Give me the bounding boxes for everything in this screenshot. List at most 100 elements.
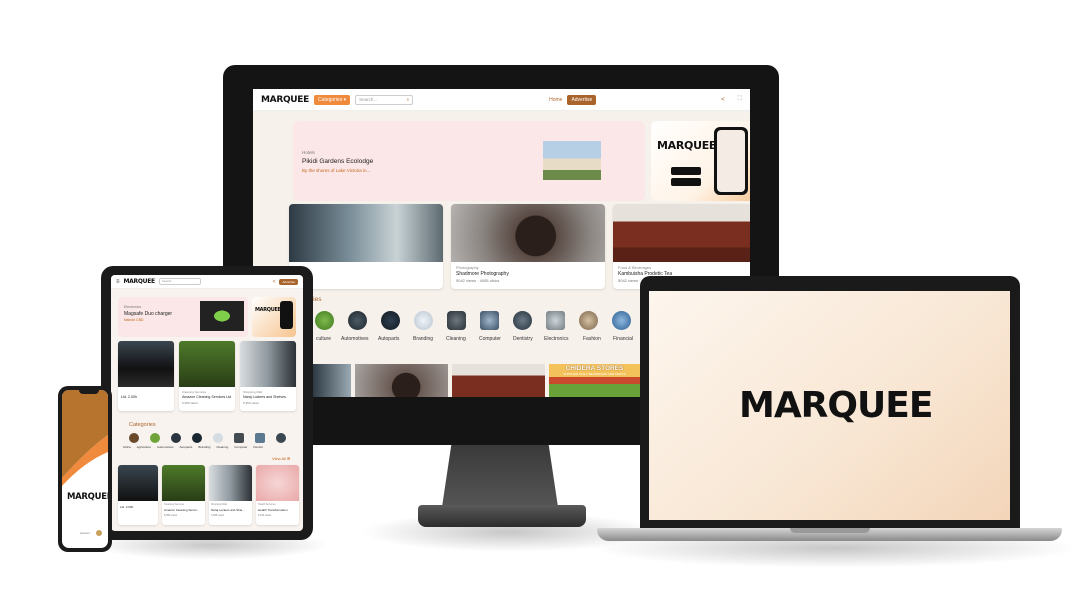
view-all-link[interactable]: View All ⊞ <box>272 456 290 461</box>
splash-logo: MARQUEE <box>739 385 933 426</box>
promo-phone-image <box>714 127 748 195</box>
listing-image <box>118 465 158 501</box>
listing-card[interactable]: Photography Shadmore Photography 5042 vi… <box>451 204 605 289</box>
category-label: Dentist <box>253 445 263 449</box>
category-label: Branding <box>413 336 434 342</box>
category-electronics-icon[interactable] <box>546 311 565 330</box>
tablet-category-labels: Africa Agriculture Automotives Autoparts… <box>123 445 303 449</box>
listing-title: Shadmore Photography <box>456 271 509 277</box>
category-label: Cleaning <box>446 336 466 342</box>
search-icon[interactable]: ⌕ <box>407 97 410 102</box>
listing-image <box>118 341 174 387</box>
hero-subtitle: Nairobi CBD <box>124 318 144 322</box>
category-autoparts-icon[interactable] <box>192 433 202 443</box>
category-computer-icon[interactable] <box>255 433 265 443</box>
category-autoparts-icon[interactable] <box>381 311 400 330</box>
listing-image[interactable] <box>313 364 351 397</box>
expand-icon[interactable]: ⛶ <box>738 96 742 103</box>
category-agriculture-icon[interactable] <box>150 433 160 443</box>
advertise-button[interactable]: Advertise <box>279 278 298 285</box>
category-label: Computer <box>234 445 248 449</box>
listing-title: Health Transformation <box>258 508 288 512</box>
category-cleaning-icon[interactable] <box>234 433 244 443</box>
category-label: Computer <box>479 336 501 342</box>
listing-image <box>613 204 750 262</box>
google-play-badge[interactable] <box>671 178 701 186</box>
listing-meta: 5,350 views <box>243 401 259 405</box>
search-input[interactable]: Search... ⌕ <box>355 94 414 105</box>
listing-card[interactable]: Ltd. 2.00h <box>118 465 158 525</box>
laptop-screen: MARQUEE <box>649 291 1010 520</box>
promo-phone-image <box>280 301 293 329</box>
category-cleaning-icon[interactable] <box>447 311 466 330</box>
category-label: Automotives <box>341 336 369 342</box>
categories-button[interactable]: Categories ▾ <box>314 94 351 105</box>
category-branding-icon[interactable] <box>213 433 223 443</box>
listing-card[interactable]: Health Services Health Transformation 5,… <box>256 465 299 525</box>
listing-card[interactable]: Shopping Mall Naraj Lockers and Shelves … <box>240 341 296 411</box>
share-icon[interactable]: < <box>721 97 725 103</box>
category-computer-icon[interactable] <box>480 311 499 330</box>
category-label: Automotives <box>157 445 174 449</box>
listing-card[interactable]: Shopping Mall Naraj Lockers and Shel... … <box>209 465 252 525</box>
listing-title: Amazon Cleaning Services Ltd <box>182 395 232 399</box>
store-banner[interactable]: CHIDERA STORES SUPPLIER IN ALL BEVERAGES… <box>549 364 640 397</box>
category-icons-row <box>313 311 643 333</box>
category-label: Agriculture <box>136 445 152 449</box>
category-label: Africa <box>123 445 131 449</box>
app-promo-banner[interactable]: MARQUEE <box>651 121 750 201</box>
nav-home-link[interactable]: Home <box>549 97 562 103</box>
listing-image[interactable] <box>355 364 448 397</box>
advertise-button[interactable]: Advertise <box>567 94 597 105</box>
laptop-hinge-notch <box>790 528 870 533</box>
listing-category: Cleaning Services <box>182 390 207 394</box>
tablet-search-input[interactable]: Search <box>158 278 201 285</box>
brand-logo[interactable]: MARQUEE <box>261 95 309 105</box>
splash-logo: MARQUEE <box>67 492 108 502</box>
phone-notch <box>79 390 99 394</box>
listing-meta: 5042 views · 4005 clicks <box>456 278 500 283</box>
hero-image <box>200 301 244 331</box>
featured-listing-banner[interactable]: Hotels Pikidi Gardens Ecolodge By the sh… <box>293 121 645 201</box>
category-label: Branding <box>198 445 211 449</box>
category-label: culture <box>316 336 332 342</box>
category-label: Electronics <box>544 336 569 342</box>
featured-listing-banner[interactable]: Electronics Magsafe Duo charger Nairobi … <box>118 297 248 337</box>
share-icon[interactable]: < <box>273 279 276 285</box>
menu-icon[interactable]: ≡ <box>116 279 120 285</box>
listing-title: Amazon Cleaning Servic... <box>164 508 200 512</box>
hero-category: Electronics <box>124 305 142 309</box>
listing-card[interactable]: Cleaning Services Amazon Cleaning Servic… <box>162 465 205 525</box>
category-dentistry-icon[interactable] <box>513 311 532 330</box>
tablet-logo[interactable]: MARQUEE <box>124 278 156 285</box>
listing-image[interactable] <box>452 364 545 397</box>
listing-category: Health Services <box>258 503 276 506</box>
category-culture-icon[interactable] <box>315 311 334 330</box>
category-dentist-icon[interactable] <box>276 433 286 443</box>
listing-image <box>240 341 296 387</box>
listing-card[interactable]: Ltd. 2.00h <box>118 341 174 411</box>
top-navbar: MARQUEE Categories ▾ Search... ⌕ Home Adv… <box>253 89 750 111</box>
category-branding-icon[interactable] <box>414 311 433 330</box>
listing-image <box>209 465 252 501</box>
category-automotives-icon[interactable] <box>348 311 367 330</box>
category-label: Financial <box>613 336 634 342</box>
listing-meta: 5,350 views <box>164 514 178 517</box>
listing-meta: 5,350 views <box>182 401 198 405</box>
store-banner-title: CHIDERA STORES <box>565 365 624 372</box>
listing-image <box>256 465 299 501</box>
category-africa-icon[interactable] <box>129 433 139 443</box>
partner-logo-icon <box>96 530 102 536</box>
tablet-navbar: ≡ MARQUEE Search < Advertise <box>111 275 303 289</box>
listing-meta: 5,213 views <box>258 514 272 517</box>
device-mockup-stage: MARQUEE Categories ▾ Search... ⌕ Home Adv… <box>0 0 1080 607</box>
promo-logo: MARQUEE <box>255 307 281 313</box>
category-financial-icon[interactable] <box>612 311 631 330</box>
categories-heading: Categories <box>129 422 156 428</box>
app-store-badge[interactable] <box>671 167 701 175</box>
listing-card[interactable]: Cleaning Services Amazon Cleaning Servic… <box>179 341 235 411</box>
category-label: Fashion <box>583 336 601 342</box>
category-automotives-icon[interactable] <box>171 433 181 443</box>
category-fashion-icon[interactable] <box>579 311 598 330</box>
app-promo-banner[interactable]: MARQUEE <box>252 297 296 337</box>
